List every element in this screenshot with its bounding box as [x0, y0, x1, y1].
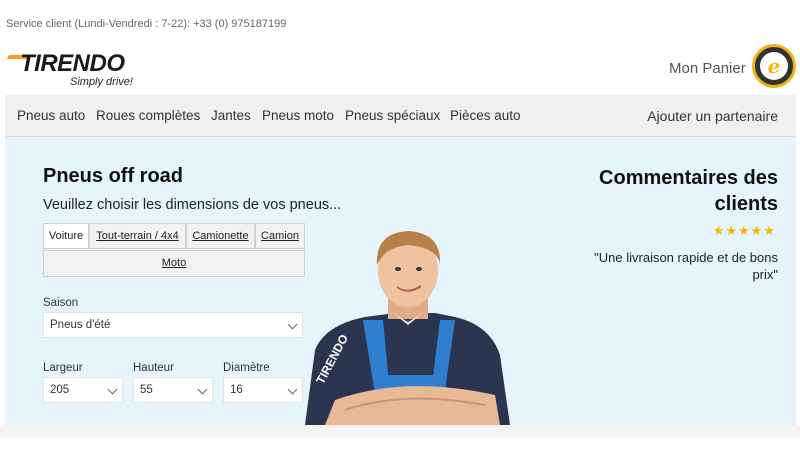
season-label: Saison — [43, 297, 79, 309]
nav-item-pneus-speciaux[interactable]: Pneus spéciaux — [345, 108, 440, 123]
mechanic-photo: TIRENDO — [305, 231, 510, 425]
tab-camionette[interactable]: Camionette — [186, 223, 255, 249]
tab-tout-terrain[interactable]: Tout-terrain / 4x4 — [89, 223, 186, 249]
height-label: Hauteur — [133, 362, 174, 374]
search-title: Pneus off road — [43, 165, 184, 187]
logo-text: TIRENDO — [20, 50, 125, 77]
diameter-label: Diamètre — [223, 362, 270, 374]
search-subtitle: Veuillez choisir les dimensions de vos p… — [43, 197, 342, 213]
diameter-value: 16 — [230, 384, 243, 396]
height-value: 55 — [140, 384, 153, 396]
chevron-down-icon — [287, 319, 298, 330]
hero-section: Pneus off road Veuillez choisir les dime… — [5, 137, 796, 425]
reviews-title: Commentaires des clients — [599, 167, 778, 215]
trusted-shops-icon: e — [760, 52, 788, 80]
nav-item-pieces-auto[interactable]: Pièces auto — [450, 108, 521, 123]
nav-item-roues-completes[interactable]: Roues complètes — [96, 108, 200, 123]
nav-item-jantes[interactable]: Jantes — [211, 108, 251, 123]
add-partner-link[interactable]: Ajouter un partenaire — [647, 108, 778, 124]
season-select[interactable]: Pneus d'été — [43, 312, 303, 338]
diameter-select[interactable]: 16 — [223, 377, 303, 403]
height-select[interactable]: 55 — [133, 377, 213, 403]
tab-moto[interactable]: Moto — [43, 250, 305, 277]
width-select[interactable]: 205 — [43, 377, 123, 403]
chevron-down-icon — [197, 384, 208, 395]
nav-item-pneus-moto[interactable]: Pneus moto — [262, 108, 334, 123]
logo-tagline: Simply drive! — [70, 76, 133, 88]
tab-voiture[interactable]: Voiture — [43, 223, 89, 249]
cart-link[interactable]: Mon Panier — [669, 60, 746, 77]
vehicle-tabs: Voiture Tout-terrain / 4x4 Camionette Ca… — [43, 223, 305, 277]
chevron-down-icon — [287, 384, 298, 395]
page-bottom-band — [0, 425, 800, 437]
season-value: Pneus d'été — [50, 319, 111, 331]
tab-camion[interactable]: Camion — [255, 223, 305, 249]
main-navigation: Pneus auto Roues complètes Jantes Pneus … — [5, 95, 796, 137]
trusted-shops-badge[interactable]: e — [752, 44, 796, 88]
rating-stars: ★★★★★ — [712, 223, 776, 238]
customer-service-info: Service client (Lundi-Vendredi : 7-22): … — [6, 18, 287, 30]
width-value: 205 — [50, 384, 70, 396]
nav-item-pneus-auto[interactable]: Pneus auto — [17, 108, 85, 123]
tirendo-logo[interactable]: TIRENDO Simply drive! — [7, 50, 143, 92]
review-quote: "Une livraison rapide et de bons prix" — [594, 250, 778, 282]
width-label: Largeur — [43, 362, 83, 374]
chevron-down-icon — [107, 384, 118, 395]
